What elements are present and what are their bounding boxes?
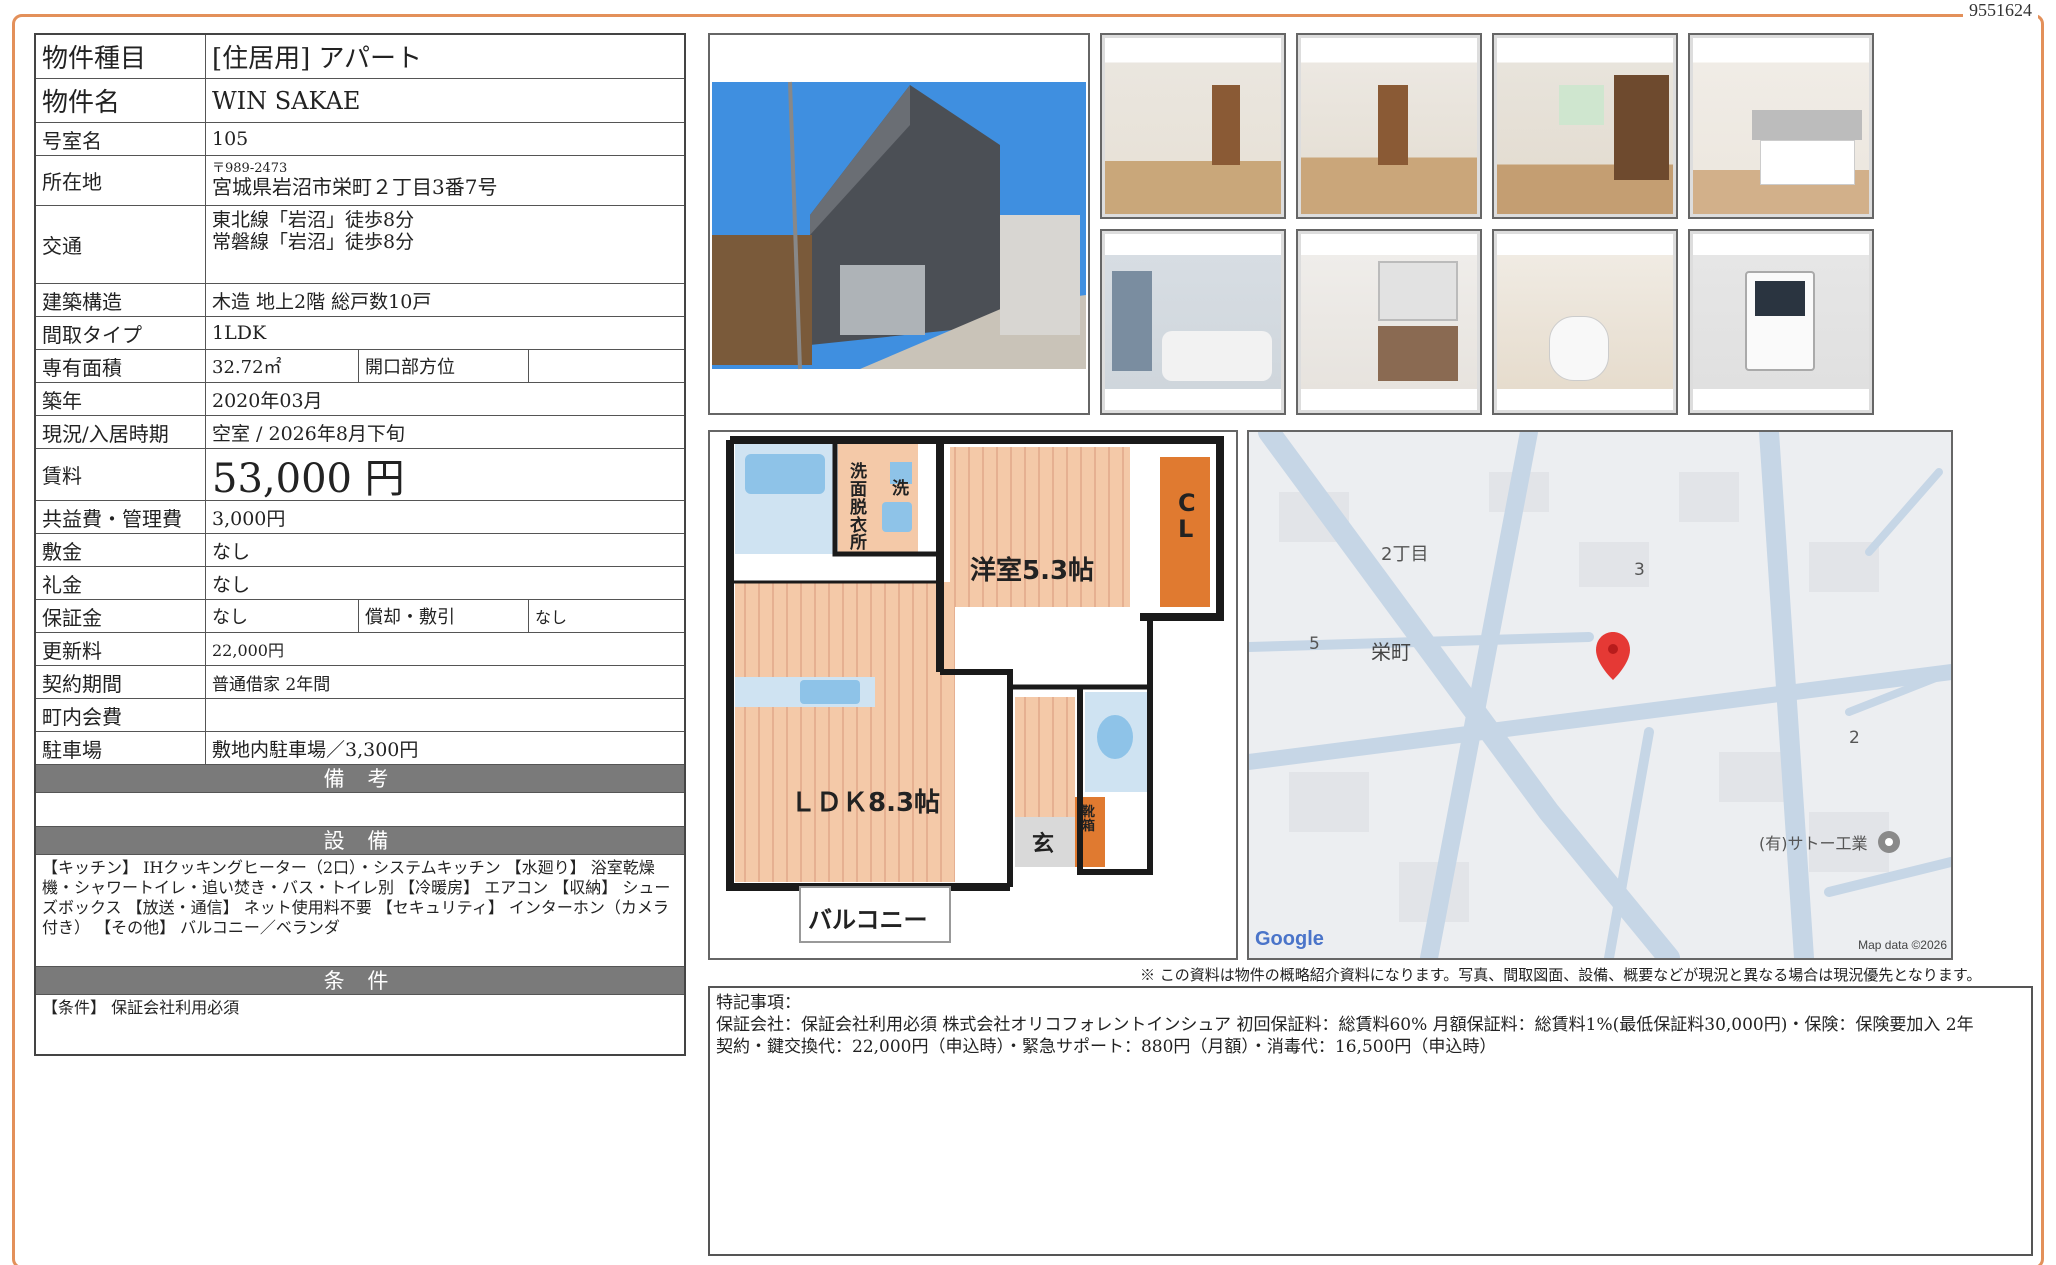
value-fee: 3,000円: [212, 507, 286, 530]
value-status: 空室 / 2026年8月下旬: [212, 422, 405, 445]
map-label-3: 3: [1634, 560, 1645, 580]
label-guarantee: 保証金: [36, 600, 206, 632]
map-attribution: Map data ©2026: [1858, 938, 1947, 952]
special-title: 特記事項：: [716, 993, 801, 1013]
exterior-photo[interactable]: [708, 33, 1090, 415]
value-access-2: 常磐線「岩沼」徒歩8分: [212, 230, 415, 253]
room-ldk-label: ＬＤＫ8.3帖: [790, 788, 941, 818]
conditions-body: 【条件】 保証会社利用必須: [42, 998, 240, 1017]
photo-bedroom[interactable]: [1492, 33, 1678, 219]
disclaimer: ※ この資料は物件の概略紹介資料になります。写真、間取図面、設備、概要などが現況…: [1140, 966, 1982, 984]
photo-intercom[interactable]: [1688, 229, 1874, 415]
property-table: 物件種目 [住居用] アパート 物件名 WIN SAKAE 号室名 105 所在地 〒9…: [34, 33, 686, 1056]
label-room: 号室名: [36, 123, 206, 155]
photo-toilet[interactable]: [1492, 229, 1678, 415]
value-deposit: なし: [212, 540, 251, 563]
map-label-2: 2: [1849, 728, 1860, 748]
room-shoe-label: 靴箱: [1082, 805, 1096, 835]
value-postal: 〒989-2473: [212, 160, 288, 176]
value-renewal: 22,000円: [212, 641, 284, 660]
map-label-town: 栄町: [1371, 640, 1411, 664]
room-washroom-label: 洗面脱衣所: [850, 462, 867, 554]
value-address: 宮城県岩沼市栄町２丁目3番7号: [212, 175, 498, 200]
value-orientation: [529, 350, 684, 382]
room-entrance-label: 玄: [1032, 832, 1055, 857]
value-type: [住居用] アパート: [212, 44, 423, 74]
label-contract: 契約期間: [36, 666, 206, 698]
room-washer-label: 洗: [892, 479, 909, 499]
label-address: 所在地: [36, 156, 206, 205]
value-area: 32.72㎡: [206, 350, 359, 382]
map-marker-icon: [1596, 632, 1630, 680]
room-closet-label: CL: [1178, 489, 1196, 544]
value-layout: 1LDK: [212, 322, 267, 344]
photo-room[interactable]: [1296, 33, 1482, 219]
value-access-1: 東北線「岩沼」徒歩8分: [212, 209, 415, 231]
value-contract: 普通借家 2年間: [212, 674, 331, 695]
label-fee: 共益費・管理費: [36, 501, 206, 533]
map-label-5: 5: [1309, 634, 1320, 654]
map[interactable]: 2丁目 3 5 栄町 2 (有)サトー工業 Google Map data ©2…: [1247, 430, 1953, 960]
conditions-header: 条 件: [36, 967, 684, 995]
label-built: 築年: [36, 383, 206, 415]
label-deposit: 敷金: [36, 534, 206, 566]
map-label-company: (有)サトー工業: [1759, 834, 1868, 853]
value-built: 2020年03月: [212, 389, 323, 412]
document-id: 9551624: [1963, 0, 2038, 21]
room-western-label: 洋室5.3帖: [970, 556, 1095, 586]
label-parking: 駐車場: [36, 732, 206, 764]
photo-bathroom[interactable]: [1100, 229, 1286, 415]
label-structure: 建築構造: [36, 284, 206, 316]
label-layout: 間取タイプ: [36, 317, 206, 349]
value-room: 105: [212, 128, 249, 150]
room-balcony-label: バルコニー: [808, 906, 928, 934]
google-logo: Google: [1255, 928, 1324, 950]
label-status: 現況/入居時期: [36, 416, 206, 448]
photo-washroom[interactable]: [1296, 229, 1482, 415]
value-key-money: なし: [212, 573, 251, 596]
label-rent: 賃料: [36, 449, 206, 500]
label-orientation: 開口部方位: [359, 350, 529, 382]
label-type: 物件種目: [36, 35, 206, 78]
special-line-2: 契約・鍵交換代：22,000円（申込時）・緊急サポート：880円（月額）・消毒代…: [716, 1037, 1497, 1058]
equipment-body: 【キッチン】 IHクッキングヒーター（2口）・システムキッチン 【水廻り】 浴室…: [36, 855, 684, 967]
label-access: 交通: [36, 206, 206, 283]
label-amortization: 償却・敷引: [359, 600, 529, 632]
map-label-chome: 2丁目: [1381, 544, 1429, 565]
remarks-header: 備 考: [36, 765, 684, 793]
remarks-body: [36, 793, 684, 827]
label-area: 専有面積: [36, 350, 206, 382]
label-name: 物件名: [36, 79, 206, 122]
equipment-header: 設 備: [36, 827, 684, 855]
value-parking: 敷地内駐車場／3,300円: [212, 738, 419, 761]
value-amortization: なし: [535, 608, 568, 627]
photo-kitchen[interactable]: [1688, 33, 1874, 219]
photo-ldk[interactable]: [1100, 33, 1286, 219]
value-structure: 木造 地上2階 総戸数10戸: [212, 290, 432, 313]
value-name: WIN SAKAE: [212, 86, 361, 115]
value-rent: 53,000 円: [212, 455, 405, 502]
label-renewal: 更新料: [36, 633, 206, 665]
value-community: [206, 699, 684, 731]
special-line-1: 保証会社：保証会社利用必須 株式会社オリコフォレントインシュア 初回保証料：総賃…: [716, 1015, 1974, 1036]
floor-plan[interactable]: 洗面脱衣所 洗 CL 洋室5.3帖 ＬＤＫ8.3帖 玄 靴箱 バルコニー: [708, 430, 1238, 960]
special-notes: 特記事項： 保証会社：保証会社利用必須 株式会社オリコフォレントインシュア 初回…: [708, 986, 2033, 1256]
value-guarantee: なし: [206, 600, 359, 632]
label-key-money: 礼金: [36, 567, 206, 599]
label-community: 町内会費: [36, 699, 206, 731]
